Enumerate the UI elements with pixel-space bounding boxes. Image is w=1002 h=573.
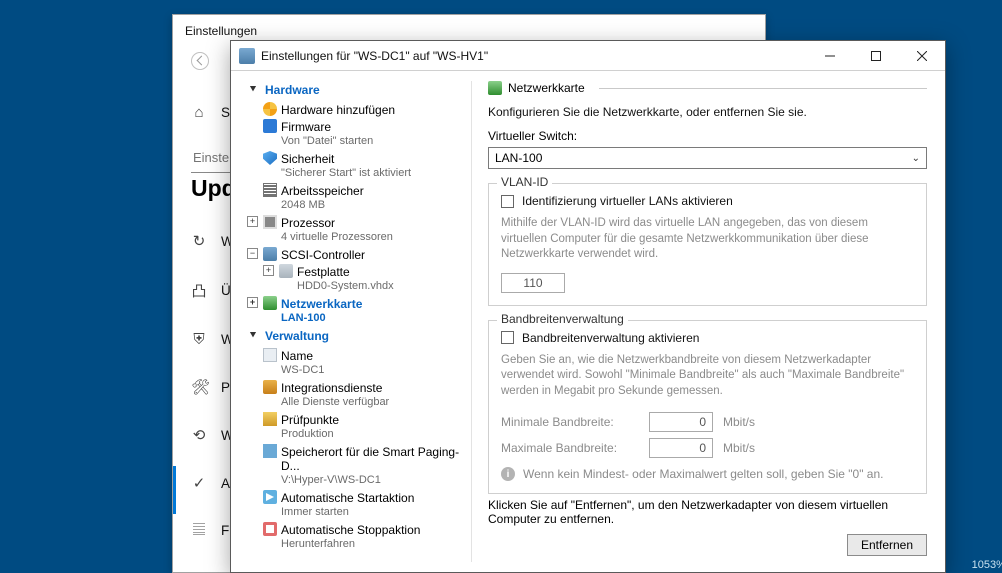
switch-label: Virtueller Switch: xyxy=(488,129,927,147)
bw-max-input[interactable]: 0 xyxy=(649,438,713,458)
shield-icon: ⛨ xyxy=(191,331,207,348)
tree-item-scsi[interactable]: − SCSI-Controller xyxy=(239,246,465,263)
tree-section-management[interactable]: ⯆ Verwaltung xyxy=(239,327,465,347)
shield-icon xyxy=(263,151,277,165)
bw-min-input[interactable]: 0 xyxy=(649,412,713,432)
collapse-icon[interactable]: − xyxy=(247,248,258,259)
tree-section-hardware[interactable]: ⯆ Hardware xyxy=(239,81,465,101)
bw-min-label: Minimale Bandbreite: xyxy=(501,415,639,429)
cpu-icon xyxy=(263,215,277,229)
hv-panel-nic: Netzwerkkarte Konfigurieren Sie die Netz… xyxy=(472,71,945,572)
minimize-button[interactable] xyxy=(807,41,853,71)
checkpoint-icon xyxy=(263,412,277,426)
virtual-switch-combo[interactable]: LAN-100 ⌄ xyxy=(488,147,927,169)
tree-item-name[interactable]: Name WS-DC1 xyxy=(239,347,465,379)
bw-hint: Geben Sie an, wie die Netzwerkbandbreite… xyxy=(501,353,914,410)
expand-icon[interactable]: + xyxy=(247,297,258,308)
tree-item-disk[interactable]: + Festplatte HDD0-System.vhdx xyxy=(239,263,465,295)
caret-down-icon: ⯆ xyxy=(249,330,257,341)
vlan-hint: Mithilfe der VLAN-ID wird das virtuelle … xyxy=(501,216,914,273)
chevron-down-icon: ⌄ xyxy=(912,153,920,164)
sync-icon: ↻ xyxy=(191,232,207,250)
home-icon: ⌂ xyxy=(191,104,207,121)
start-icon xyxy=(263,490,277,504)
panel-title: Netzwerkkarte xyxy=(508,81,585,95)
back-icon[interactable] xyxy=(191,52,209,70)
bw-enable-label: Bandbreitenverwaltung aktivieren xyxy=(522,331,699,345)
bw-unit: Mbit/s xyxy=(723,415,755,429)
vlan-enable-checkbox[interactable] xyxy=(501,195,514,208)
bw-legend: Bandbreitenverwaltung xyxy=(497,312,628,326)
hv-settings-dialog: Einstellungen für "WS-DC1" auf "WS-HV1" … xyxy=(230,40,946,573)
panel-intro: Konfigurieren Sie die Netzwerkkarte, ode… xyxy=(488,105,927,129)
combo-value: LAN-100 xyxy=(495,151,542,165)
caret-down-icon: ⯆ xyxy=(249,84,257,95)
hv-titlebar[interactable]: Einstellungen für "WS-DC1" auf "WS-HV1" xyxy=(231,41,945,71)
tree-item-security[interactable]: Sicherheit "Sicherer Start" ist aktivier… xyxy=(239,150,465,182)
group-vlan: VLAN-ID Identifizierung virtueller LANs … xyxy=(488,183,927,306)
firmware-icon xyxy=(263,119,277,133)
sliders-icon: 𝄚 xyxy=(191,522,207,539)
stop-icon xyxy=(263,522,277,536)
add-icon xyxy=(263,102,277,116)
remove-hint: Klicken Sie auf "Entfernen", um den Netz… xyxy=(488,498,927,534)
tree-item-add-hardware[interactable]: Hardware hinzufügen xyxy=(239,101,465,118)
close-button[interactable] xyxy=(899,41,945,71)
tree-item-checkpoints[interactable]: Prüfpunkte Produktion xyxy=(239,411,465,443)
disk-icon xyxy=(279,264,293,278)
bw-info: Wenn kein Mindest- oder Maximalwert gelt… xyxy=(523,467,883,481)
scsi-icon xyxy=(263,247,277,261)
divider xyxy=(599,88,927,89)
recovery-icon: ⟲ xyxy=(191,426,207,444)
tree-item-memory[interactable]: Arbeitsspeicher 2048 MB xyxy=(239,182,465,214)
vlan-id-input[interactable]: 110 xyxy=(501,273,565,293)
hv-title: Einstellungen für "WS-DC1" auf "WS-HV1" xyxy=(261,49,807,63)
check-icon: ✓ xyxy=(191,474,207,492)
expand-icon[interactable]: + xyxy=(263,265,274,276)
hv-tree[interactable]: ⯆ Hardware Hardware hinzufügen Firmware … xyxy=(231,71,471,572)
tree-item-autostart[interactable]: Automatische Startaktion Immer starten xyxy=(239,489,465,521)
services-icon xyxy=(263,380,277,394)
info-icon: i xyxy=(501,467,515,481)
tree-item-smartpaging[interactable]: Speicherort für die Smart Paging-D... V:… xyxy=(239,443,465,489)
wrench-icon: 🛠 xyxy=(191,378,207,396)
tree-item-services[interactable]: Integrationsdienste Alle Dienste verfügb… xyxy=(239,379,465,411)
nic-icon xyxy=(488,81,502,95)
bw-enable-checkbox[interactable] xyxy=(501,331,514,344)
name-icon xyxy=(263,348,277,362)
tree-item-autostop[interactable]: Automatische Stoppaktion Herunterfahren xyxy=(239,521,465,553)
vm-icon xyxy=(239,48,255,64)
maximize-button[interactable] xyxy=(853,41,899,71)
tree-item-firmware[interactable]: Firmware Von "Datei" starten xyxy=(239,118,465,150)
remove-button[interactable]: Entfernen xyxy=(847,534,927,556)
bw-max-label: Maximale Bandbreite: xyxy=(501,441,639,455)
expand-icon[interactable]: + xyxy=(247,216,258,227)
tree-item-nic[interactable]: + Netzwerkkarte LAN-100 xyxy=(239,295,465,327)
group-bandwidth: Bandbreitenverwaltung Bandbreitenverwalt… xyxy=(488,320,927,495)
drive-icon xyxy=(263,444,277,458)
memory-icon xyxy=(263,183,277,197)
vlan-legend: VLAN-ID xyxy=(497,175,552,189)
bw-unit: Mbit/s xyxy=(723,441,755,455)
vlan-enable-label: Identifizierung virtueller LANs aktivier… xyxy=(522,194,733,208)
nic-icon xyxy=(263,296,277,310)
tree-item-cpu[interactable]: + Prozessor 4 virtuelle Prozessoren xyxy=(239,214,465,246)
desktop-info: 1053%6 xyxy=(972,559,1002,571)
delivery-icon: 凸 xyxy=(191,280,207,301)
